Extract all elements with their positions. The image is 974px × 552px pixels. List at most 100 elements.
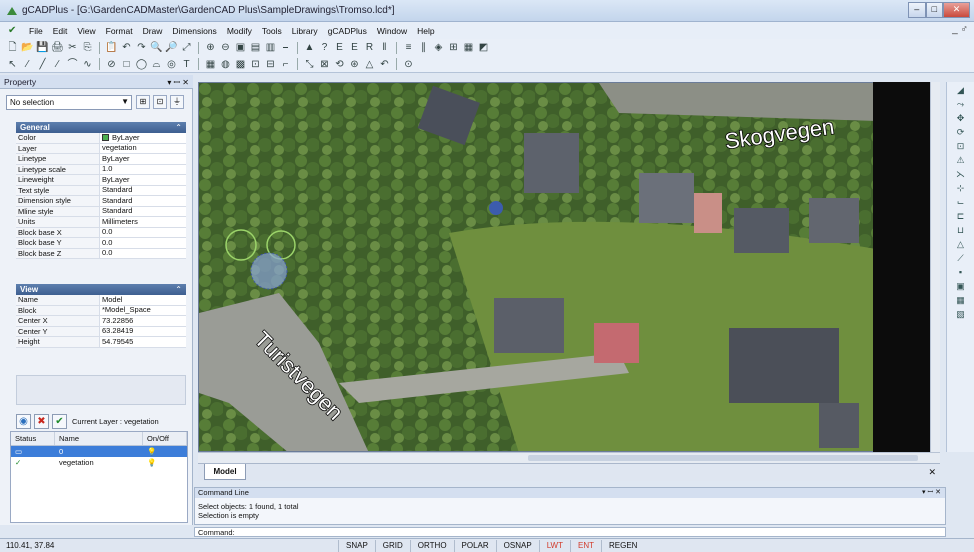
property-row[interactable]: Units Millimeters: [16, 217, 186, 228]
toolbar1-tool-icon[interactable]: ◩: [477, 41, 490, 54]
toolbar2-tool-icon[interactable]: ▦: [204, 58, 217, 71]
toolbar1-tool-icon[interactable]: 🗋: [6, 41, 19, 54]
ortho-toggle[interactable]: ORTHO: [409, 540, 454, 552]
col-onoff[interactable]: On/Off: [143, 432, 187, 445]
menu-edit[interactable]: Edit: [48, 26, 73, 36]
property-row[interactable]: Lineweight ByLayer: [16, 175, 186, 186]
property-row[interactable]: Text style Standard: [16, 185, 186, 196]
menu-draw[interactable]: Draw: [138, 26, 168, 36]
toolbar1-tool-icon[interactable]: ∥: [417, 41, 430, 54]
panel-controls[interactable]: ▾ ꟷ ✕: [167, 77, 189, 88]
toolbar1-tool-icon[interactable]: ▤: [249, 41, 262, 54]
osnap-toggle[interactable]: OSNAP: [495, 540, 539, 552]
toolbar2-tool-icon[interactable]: ⌓: [150, 58, 163, 71]
property-row[interactable]: Center X 73.22856: [16, 316, 186, 327]
property-value-cell[interactable]: ByLayer: [100, 133, 186, 143]
toolbar2-tool-icon[interactable]: ↶: [378, 58, 391, 71]
toolbar1-tool-icon[interactable]: ⊖: [219, 41, 232, 54]
filter-button[interactable]: ⏚: [170, 95, 184, 109]
toolbar2-tool-icon[interactable]: ◯: [135, 58, 148, 71]
toolbar1-tool-icon[interactable]: ✂: [66, 41, 79, 54]
toolbar1-tool-icon[interactable]: ⎘: [81, 41, 94, 54]
panel-controls[interactable]: ▾ ꟷ ✕: [922, 488, 941, 498]
property-row[interactable]: Name Model: [16, 295, 186, 306]
toolbar2-tool-icon[interactable]: ▩: [234, 58, 247, 71]
delete-layer-button[interactable]: ✖: [34, 413, 49, 429]
close-icon[interactable]: ✕: [928, 467, 936, 478]
property-value-cell[interactable]: Standard: [100, 185, 186, 195]
modify-tool-icon[interactable]: ⌙: [955, 197, 966, 208]
toolbar2-tool-icon[interactable]: □: [120, 58, 133, 71]
select-objects-button[interactable]: ⊞: [136, 95, 150, 109]
property-row[interactable]: Block *Model_Space: [16, 305, 186, 316]
property-value-cell[interactable]: 0.0: [100, 238, 186, 248]
modify-tool-icon[interactable]: ▧: [955, 309, 966, 320]
vertical-scrollbar[interactable]: [930, 82, 940, 452]
tab-model[interactable]: Model: [204, 464, 246, 480]
property-value-cell[interactable]: Model: [100, 295, 186, 305]
property-row[interactable]: Dimension style Standard: [16, 196, 186, 207]
property-value-cell[interactable]: Millimeters: [100, 217, 186, 227]
menu-modify[interactable]: Modify: [222, 26, 257, 36]
lwt-toggle[interactable]: LWT: [538, 540, 570, 552]
layer-row[interactable]: ✓ vegetation 💡: [11, 457, 187, 468]
property-value-cell[interactable]: ByLayer: [100, 154, 186, 164]
polar-toggle[interactable]: POLAR: [453, 540, 496, 552]
grid-toggle[interactable]: GRID: [374, 540, 410, 552]
toolbar1-tool-icon[interactable]: R: [363, 41, 376, 54]
property-value-cell[interactable]: vegetation: [100, 143, 186, 153]
menu-view[interactable]: View: [72, 26, 100, 36]
toolbar1-tool-icon[interactable]: ▥: [264, 41, 277, 54]
horizontal-scrollbar[interactable]: [198, 452, 940, 463]
modify-tool-icon[interactable]: ▣: [955, 281, 966, 292]
toolbar2-tool-icon[interactable]: ⊠: [318, 58, 331, 71]
toolbar1-tool-icon[interactable]: ⊞: [447, 41, 460, 54]
maximize-button[interactable]: □: [925, 2, 944, 18]
toolbar2-tool-icon[interactable]: ╱: [36, 58, 49, 71]
modify-tool-icon[interactable]: ⊏: [955, 211, 966, 222]
menu-file[interactable]: File: [24, 26, 48, 36]
toolbar2-tool-icon[interactable]: ⁄: [21, 58, 34, 71]
scroll-thumb[interactable]: [528, 455, 918, 461]
modify-tool-icon[interactable]: ▦: [955, 295, 966, 306]
toolbar1-tool-icon[interactable]: ⊕: [204, 41, 217, 54]
toolbar1-tool-icon[interactable]: 🖨: [51, 41, 64, 54]
toolbar1-tool-icon[interactable]: ↷: [135, 41, 148, 54]
toolbar1-tool-icon[interactable]: E: [333, 41, 346, 54]
view-section-header[interactable]: View ⌃: [16, 284, 186, 295]
quick-select-button[interactable]: ⊡: [153, 95, 167, 109]
menu-format[interactable]: Format: [101, 26, 138, 36]
modify-tool-icon[interactable]: ⤳: [955, 99, 966, 110]
toolbar2-tool-icon[interactable]: ⊙: [402, 58, 415, 71]
property-row[interactable]: Block base X 0.0: [16, 227, 186, 238]
mdi-controls[interactable]: _ ♂: [952, 24, 968, 35]
new-layer-button[interactable]: ◉: [16, 413, 31, 429]
modify-tool-icon[interactable]: ⊡: [955, 141, 966, 152]
layer-row[interactable]: ▭ 0 💡: [11, 446, 187, 457]
modify-tool-icon[interactable]: ⟋: [955, 253, 966, 264]
property-value-cell[interactable]: 73.22856: [100, 316, 186, 326]
snap-toggle[interactable]: SNAP: [338, 540, 375, 552]
modify-tool-icon[interactable]: ▪: [955, 267, 966, 278]
property-row[interactable]: Height 54.79545: [16, 337, 186, 348]
toolbar2-tool-icon[interactable]: ⊟: [264, 58, 277, 71]
modify-tool-icon[interactable]: ⊔: [955, 225, 966, 236]
toolbar1-tool-icon[interactable]: ▣: [234, 41, 247, 54]
toolbar2-tool-icon[interactable]: ◎: [165, 58, 178, 71]
toolbar2-tool-icon[interactable]: ⌐: [279, 58, 292, 71]
property-row[interactable]: Block base Z 0.0: [16, 248, 186, 259]
close-button[interactable]: ✕: [943, 2, 971, 18]
toolbar1-tool-icon[interactable]: 📋: [105, 41, 118, 54]
property-value-cell[interactable]: 63.28419: [100, 326, 186, 336]
property-value-cell[interactable]: 1.0: [100, 164, 186, 174]
property-row[interactable]: Layer vegetation: [16, 143, 186, 154]
property-row[interactable]: Block base Y 0.0: [16, 238, 186, 249]
toolbar2-tool-icon[interactable]: ∕: [51, 58, 64, 71]
modify-tool-icon[interactable]: ⊹: [955, 183, 966, 194]
toolbar2-tool-icon[interactable]: ◍: [219, 58, 232, 71]
modify-tool-icon[interactable]: ⋋: [955, 169, 966, 180]
menu-dimensions[interactable]: Dimensions: [167, 26, 221, 36]
toolbar1-tool-icon[interactable]: ≡: [402, 41, 415, 54]
property-value-cell[interactable]: 0.0: [100, 248, 186, 258]
toolbar2-tool-icon[interactable]: ⊡: [249, 58, 262, 71]
